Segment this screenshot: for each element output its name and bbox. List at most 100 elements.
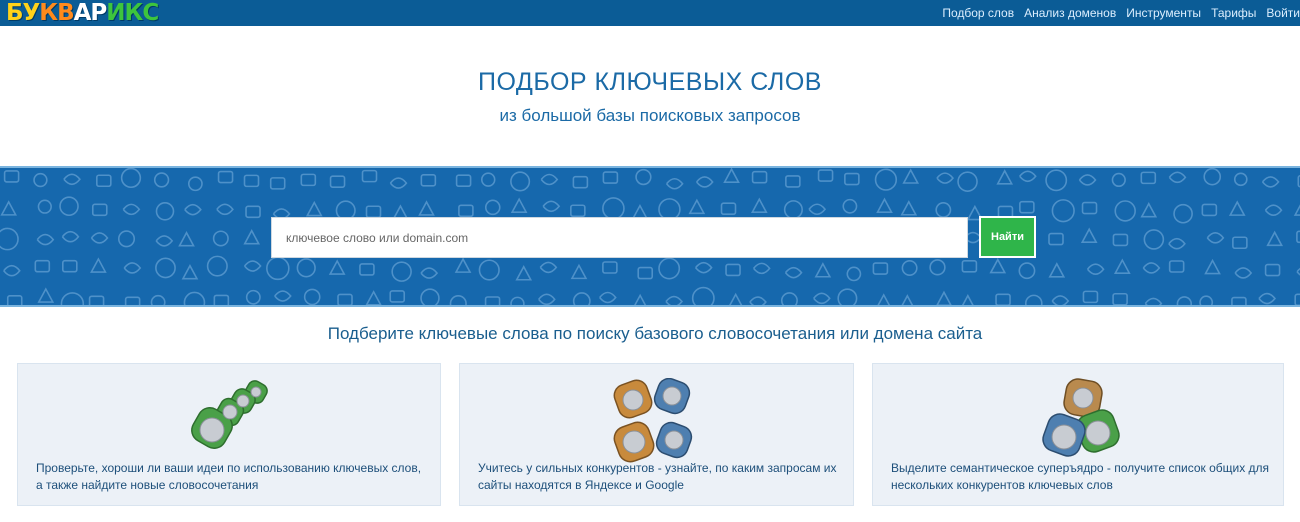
doodle-shape: [877, 293, 891, 305]
doodle-shape: [1293, 204, 1300, 216]
doodle-shape: [216, 203, 234, 216]
nav-item-pricing[interactable]: Тарифы: [1211, 6, 1256, 20]
doodle-shape: [418, 200, 435, 216]
feature-card-ideas[interactable]: Проверьте, хороши ли ваши идеи по исполь…: [17, 363, 441, 506]
doodle-shape: [420, 174, 437, 187]
doodle-shape: [88, 295, 105, 305]
doodle-shape: [784, 266, 803, 279]
doodle-shape: [391, 261, 412, 282]
brown-blue-key-tags-icon: [613, 378, 693, 463]
doodle-shape: [90, 257, 107, 273]
nav-item-tools[interactable]: Инструменты: [1126, 6, 1201, 20]
doodle-shape: [420, 288, 440, 305]
nav-item-domain-analysis[interactable]: Анализ доменов: [1024, 6, 1116, 20]
doodle-shape: [123, 262, 142, 274]
logo-letter: У: [22, 0, 41, 26]
main-nav: Подбор слов Анализ доменов Инструменты Т…: [932, 0, 1300, 26]
doodle-shape: [213, 294, 230, 305]
doodle-shape: [634, 293, 647, 305]
feature-card-competitors[interactable]: Учитесь у сильных конкурентов - узнайте,…: [459, 363, 854, 506]
doodle-shape: [389, 290, 406, 303]
doodle-shape: [1168, 171, 1187, 184]
doodle-shape: [1266, 230, 1284, 247]
logo-letter: А: [73, 0, 92, 26]
nav-item-login[interactable]: Войти: [1266, 6, 1300, 20]
doodle-shape: [217, 170, 234, 184]
doodle-shape: [1203, 168, 1222, 186]
doodle-shape: [33, 172, 48, 188]
doodle-shape: [539, 261, 558, 274]
doodle-shape: [178, 231, 195, 247]
doodle-shape: [328, 259, 346, 275]
doodle-shape: [1232, 236, 1248, 250]
doodle-shape: [454, 257, 472, 273]
doodle-shape: [63, 173, 81, 186]
doodle-shape: [266, 256, 290, 281]
doodle-shape: [1112, 292, 1128, 305]
doodle-shape: [34, 259, 51, 273]
doodle-shape: [1173, 203, 1193, 224]
doodle-shape: [212, 230, 229, 247]
page-subtitle: из большой базы поисковых запросов: [499, 106, 801, 125]
doodle-shape: [183, 291, 206, 305]
doodle-shape: [1114, 200, 1136, 222]
overlapping-key-tags-icon: [1042, 378, 1120, 457]
doodle-shape: [120, 168, 142, 189]
doodle-shape: [96, 174, 112, 188]
doodle-shape: [455, 174, 472, 188]
search-button[interactable]: Найти: [979, 216, 1036, 258]
doodle-shape: [361, 169, 378, 183]
doodle-shape: [1086, 263, 1105, 276]
doodle-shape: [155, 202, 175, 221]
doodle-shape: [1176, 296, 1193, 305]
doodle-shape: [602, 197, 625, 220]
doodle-shape: [122, 203, 141, 216]
doodle-shape: [1264, 204, 1283, 217]
feature-card-semantic-core[interactable]: Выделите семантическое суперъядро - полу…: [872, 363, 1284, 506]
doodle-shape: [1018, 262, 1036, 280]
doodle-shape: [602, 261, 618, 274]
doodle-shape: [808, 203, 827, 216]
logo-letter: Б: [6, 0, 24, 26]
doodle-shape: [813, 292, 831, 305]
doodle-shape: [1201, 203, 1218, 217]
doodle-shape: [665, 295, 683, 305]
doodle-shape: [961, 294, 974, 305]
doodle-shape: [637, 266, 654, 280]
doodle-shape: [420, 267, 439, 279]
doodle-shape: [243, 260, 262, 272]
doodle-shape: [0, 227, 19, 251]
logo-letter: И: [106, 0, 125, 26]
doodle-shape: [720, 202, 737, 216]
doodle-shape: [1140, 201, 1158, 218]
doodle-shape: [725, 263, 741, 277]
doodle-shape: [337, 293, 353, 305]
doodle-shape: [1231, 296, 1247, 305]
doodle-shape: [872, 262, 889, 275]
nav-item-keyword-selection[interactable]: Подбор слов: [942, 6, 1014, 20]
doodle-shape: [117, 230, 136, 248]
search-input[interactable]: ключевое слово или domain.com: [271, 217, 968, 258]
card-text: Проверьте, хороши ли ваши идеи по исполь…: [36, 461, 422, 492]
doodle-shape: [1019, 200, 1035, 214]
doodle-shape: [844, 172, 860, 186]
logo[interactable]: БУКВАРИКС: [6, 0, 159, 26]
doodle-shape: [658, 257, 681, 280]
doodle-shape: [900, 200, 918, 216]
doodle-shape: [305, 200, 323, 217]
doodle-shape: [1234, 267, 1253, 279]
doodle-shape: [785, 175, 801, 188]
doodle-shape: [902, 168, 920, 184]
doodle-shape: [1261, 176, 1280, 188]
doodle-shape: [1045, 169, 1068, 192]
doodle-shape: [1264, 263, 1281, 277]
doodle-shape: [570, 204, 586, 218]
doodle-shape: [478, 259, 500, 281]
doodle-shape: [570, 263, 588, 280]
doodle-shape: [749, 296, 767, 305]
doodle-shape: [846, 266, 862, 282]
doodle-shape: [957, 171, 978, 192]
doodle-shape: [1144, 297, 1163, 305]
doodle-shape: [480, 172, 496, 187]
doodle-shape: [929, 259, 946, 276]
